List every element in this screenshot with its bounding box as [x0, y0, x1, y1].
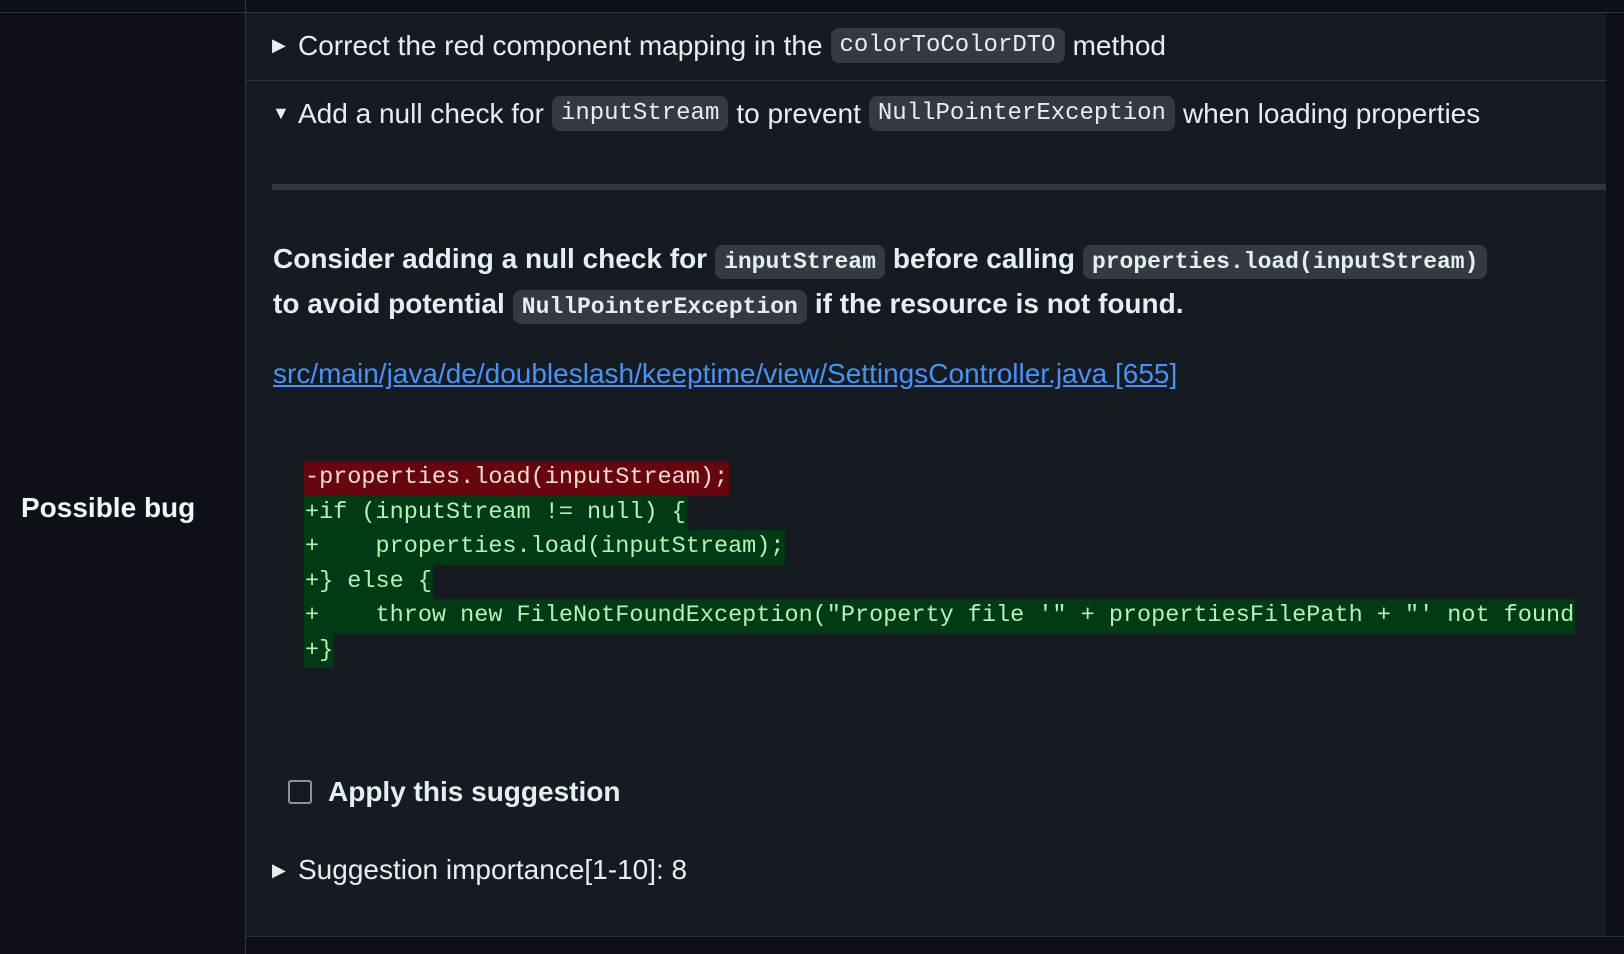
- summary-text: method: [1072, 29, 1166, 61]
- diff-text: + properties.load(inputStream);: [304, 530, 786, 565]
- file-link[interactable]: src/main/java/de/doubleslash/keeptime/vi…: [273, 358, 1177, 390]
- diff-text: +} else {: [304, 564, 433, 599]
- description-line-2: to avoid potential NullPointerException if…: [273, 283, 1495, 328]
- inline-code: colorToColorDTO: [830, 28, 1065, 63]
- suggestions-table: Possible bug ▶ Correct the red component…: [0, 0, 1624, 954]
- inline-code: inputStream: [715, 245, 885, 279]
- inline-code: NullPointerException: [868, 96, 1175, 131]
- diff-line-added: + throw new FileNotFoundException("Prope…: [304, 599, 1606, 634]
- triangle-down-icon: ▼: [272, 103, 290, 123]
- diff-line-added: +} else {: [304, 564, 1606, 599]
- code-diff: -properties.load(inputStream); +if (inpu…: [304, 461, 1606, 668]
- summary-text: Add a null check for: [298, 97, 544, 129]
- row-divider-bottom: [246, 936, 1624, 937]
- description-text: before calling: [892, 243, 1075, 274]
- summary-text: to prevent: [736, 97, 861, 129]
- diff-text: + throw new FileNotFoundException("Prope…: [304, 599, 1576, 634]
- triangle-right-icon: ▶: [272, 859, 286, 880]
- category-label: Possible bug: [21, 492, 196, 523]
- apply-suggestion-checkbox[interactable]: [288, 780, 312, 804]
- summary-text: Correct the red component mapping in the: [298, 29, 823, 61]
- diff-line-added: +if (inputStream != null) {: [304, 495, 1606, 530]
- diff-text: +}: [304, 633, 335, 668]
- description-text: if the resource is not found.: [814, 288, 1184, 319]
- diff-line-removed: -properties.load(inputStream);: [304, 461, 1606, 496]
- importance-label: Suggestion importance[1-10]: 8: [298, 854, 688, 885]
- importance-summary[interactable]: ▶ Suggestion importance[1-10]: 8: [272, 854, 687, 886]
- diff-text: +if (inputStream != null) {: [304, 495, 687, 530]
- description-text: to avoid potential: [273, 288, 505, 319]
- inline-code: inputStream: [551, 96, 729, 131]
- row-divider-middle: [246, 80, 1606, 81]
- suggestion-description: Consider adding a null check for inputStr…: [273, 238, 1495, 328]
- horizontal-rule: [272, 184, 1606, 190]
- apply-suggestion-row[interactable]: Apply this suggestion: [288, 776, 620, 808]
- diff-text: -properties.load(inputStream);: [304, 461, 730, 496]
- apply-suggestion-label: Apply this suggestion: [328, 776, 621, 807]
- inline-code: NullPointerException: [512, 290, 807, 324]
- description-line-1: Consider adding a null check for inputStr…: [273, 238, 1495, 283]
- description-text: Consider adding a null check for: [273, 243, 708, 274]
- triangle-right-icon: ▶: [272, 35, 286, 55]
- suggestion-summary-expanded[interactable]: ▼ Add a null check for inputStream to pr…: [272, 96, 1480, 131]
- diff-line-added: +}: [304, 633, 1606, 668]
- diff-line-added: + properties.load(inputStream);: [304, 530, 1606, 565]
- suggestion-summary-collapsed[interactable]: ▶ Correct the red component mapping in t…: [272, 28, 1166, 63]
- summary-text: when loading properties: [1182, 97, 1481, 129]
- inline-code: properties.load(inputStream): [1082, 245, 1488, 279]
